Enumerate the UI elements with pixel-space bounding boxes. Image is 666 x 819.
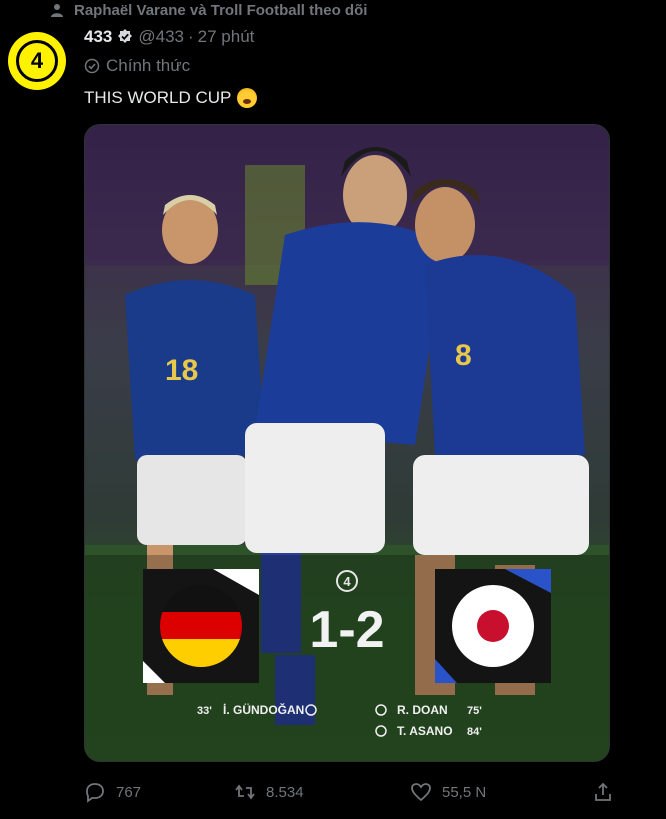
reply-count: 767 bbox=[116, 783, 142, 801]
home-scorer-minute: 33' bbox=[197, 705, 212, 717]
svg-text:4: 4 bbox=[343, 574, 351, 589]
social-context[interactable]: Raphaël Varane và Troll Football theo dõ… bbox=[50, 0, 367, 20]
retweet-button[interactable]: 8.534 bbox=[234, 781, 410, 803]
share-icon bbox=[595, 782, 611, 801]
japan-flag-tile bbox=[435, 569, 551, 683]
tweet-text: THIS WORLD CUP bbox=[84, 88, 232, 107]
share-button[interactable] bbox=[592, 781, 614, 803]
svg-text:18: 18 bbox=[165, 354, 198, 387]
official-badge-icon bbox=[84, 58, 100, 74]
score: 1-2 bbox=[309, 601, 384, 659]
germany-flag-tile bbox=[143, 569, 259, 683]
tweet-text-row: THIS WORLD CUP bbox=[84, 86, 258, 110]
action-bar: 767 8.534 55,5 N bbox=[84, 780, 614, 804]
reply-icon bbox=[86, 783, 104, 803]
heart-icon bbox=[411, 783, 431, 802]
away-scorer-name: R. DOAN bbox=[397, 703, 448, 717]
timestamp[interactable]: 27 phút bbox=[198, 27, 255, 47]
handle[interactable]: @433 bbox=[138, 27, 184, 47]
social-context-text: Raphaël Varane và Troll Football theo dõ… bbox=[74, 1, 368, 19]
svg-text:8: 8 bbox=[455, 339, 472, 372]
avatar-logo: 4 bbox=[16, 40, 58, 82]
like-count: 55,5 N bbox=[442, 783, 487, 801]
official-label-row: Chính thức bbox=[84, 56, 190, 76]
retweet-icon bbox=[235, 784, 255, 800]
away-scorer-minute: 84' bbox=[467, 726, 482, 738]
tweet-header: 433 @433 · 27 phút bbox=[84, 26, 254, 48]
official-label: Chính thức bbox=[106, 56, 191, 75]
like-button[interactable]: 55,5 N bbox=[410, 781, 590, 803]
reply-button[interactable]: 767 bbox=[84, 781, 234, 803]
tweet-media-image[interactable]: 18 8 4 1-2 33' İ. GÜNDOĞAN R. DOAN 75' T… bbox=[84, 124, 610, 762]
person-icon bbox=[51, 4, 63, 17]
away-scorer-minute: 75' bbox=[467, 705, 482, 717]
exploding-head-emoji-icon bbox=[237, 88, 258, 108]
avatar[interactable]: 4 bbox=[8, 32, 66, 90]
away-scorer-name: T. ASANO bbox=[397, 724, 453, 738]
separator-dot: · bbox=[188, 27, 194, 46]
verified-icon[interactable] bbox=[116, 28, 134, 46]
match-graphic: 18 8 4 1-2 33' İ. GÜNDOĞAN R. DOAN 75' T… bbox=[85, 125, 609, 761]
home-scorer-name: İ. GÜNDOĞAN bbox=[223, 702, 304, 717]
retweet-count: 8.534 bbox=[266, 783, 304, 801]
display-name[interactable]: 433 bbox=[84, 27, 112, 47]
